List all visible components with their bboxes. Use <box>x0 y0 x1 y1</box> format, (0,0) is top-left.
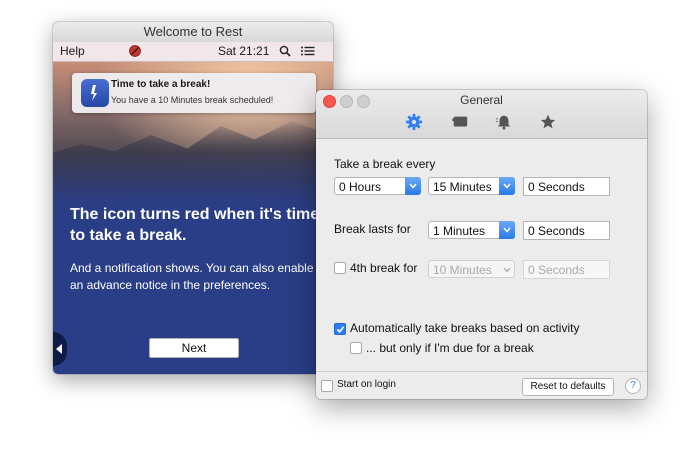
chevron-down-icon <box>499 177 515 195</box>
fourth-break-seconds-field[interactable]: 0 Seconds <box>523 260 610 279</box>
welcome-window-title: Welcome to Rest <box>53 22 333 43</box>
seconds-field[interactable]: 0 Seconds <box>523 177 610 196</box>
notification-message: You have a 10 Minutes break scheduled! <box>111 95 274 105</box>
search-icon[interactable] <box>279 45 291 57</box>
stop-icon[interactable] <box>129 45 141 57</box>
fourth-break-minutes-value: 10 Minutes <box>433 263 492 277</box>
back-button[interactable] <box>53 332 67 366</box>
reset-defaults-button[interactable]: Reset to defaults <box>522 378 614 396</box>
start-on-login-label: Start on login <box>337 379 396 390</box>
take-break-every-label: Take a break every <box>334 157 436 171</box>
minutes-select-value: 15 Minutes <box>433 180 492 194</box>
welcome-headline: The icon turns red when it's time to tak… <box>70 206 320 244</box>
chevron-down-icon <box>503 267 511 273</box>
list-icon[interactable] <box>300 45 316 57</box>
start-on-login-checkbox[interactable] <box>321 380 333 392</box>
chevron-down-icon <box>405 177 421 195</box>
chevron-left-icon <box>56 344 62 354</box>
menubar: Help Sat 21:21 <box>53 42 333 62</box>
display-icon[interactable] <box>450 113 470 131</box>
general-settings-panel: Take a break every 0 Hours 15 Minutes 0 … <box>316 139 647 371</box>
preferences-footer: Start on login Reset to defaults ? <box>316 371 647 399</box>
welcome-body: And a notification shows. You can also e… <box>70 261 314 292</box>
bell-icon[interactable] <box>494 113 514 131</box>
gear-icon[interactable] <box>404 113 424 131</box>
break-minutes-select[interactable]: 1 Minutes <box>428 221 515 239</box>
break-seconds-field[interactable]: 0 Seconds <box>523 221 610 240</box>
fourth-break-label: 4th break for <box>350 261 418 275</box>
fourth-break-minutes-select[interactable]: 10 Minutes <box>428 260 515 278</box>
checkmark-icon <box>336 326 345 333</box>
star-icon[interactable] <box>538 113 558 131</box>
hours-select-value: 0 Hours <box>339 180 382 194</box>
preferences-toolbar: General <box>316 90 647 139</box>
menubar-help[interactable]: Help <box>60 44 85 58</box>
only-if-due-label: ... but only if I'm due for a break <box>366 341 534 355</box>
break-lasts-label: Break lasts for <box>334 222 411 236</box>
help-button[interactable]: ? <box>625 378 641 394</box>
hours-select[interactable]: 0 Hours <box>334 177 421 195</box>
minutes-select[interactable]: 15 Minutes <box>428 177 515 195</box>
break-minutes-select-value: 1 Minutes <box>433 224 486 238</box>
fourth-break-checkbox[interactable] <box>334 262 346 274</box>
next-button[interactable]: Next <box>149 338 239 358</box>
chevron-down-icon <box>499 221 515 239</box>
preferences-title: General <box>460 93 503 107</box>
general-preferences-window: General Take a break every 0 Hours 15 Mi… <box>316 90 647 399</box>
auto-breaks-checkbox[interactable] <box>334 323 346 335</box>
notification-title: Time to take a break! <box>111 79 211 90</box>
welcome-window: Welcome to Rest Help Sat 21:21 Time to t… <box>53 22 333 374</box>
menubar-clock[interactable]: Sat 21:21 <box>218 44 269 58</box>
break-notification[interactable]: Time to take a break! You have a 10 Minu… <box>72 73 316 113</box>
rest-app-icon <box>81 79 109 107</box>
only-if-due-checkbox[interactable] <box>350 342 362 354</box>
auto-breaks-label: Automatically take breaks based on activ… <box>350 321 580 335</box>
